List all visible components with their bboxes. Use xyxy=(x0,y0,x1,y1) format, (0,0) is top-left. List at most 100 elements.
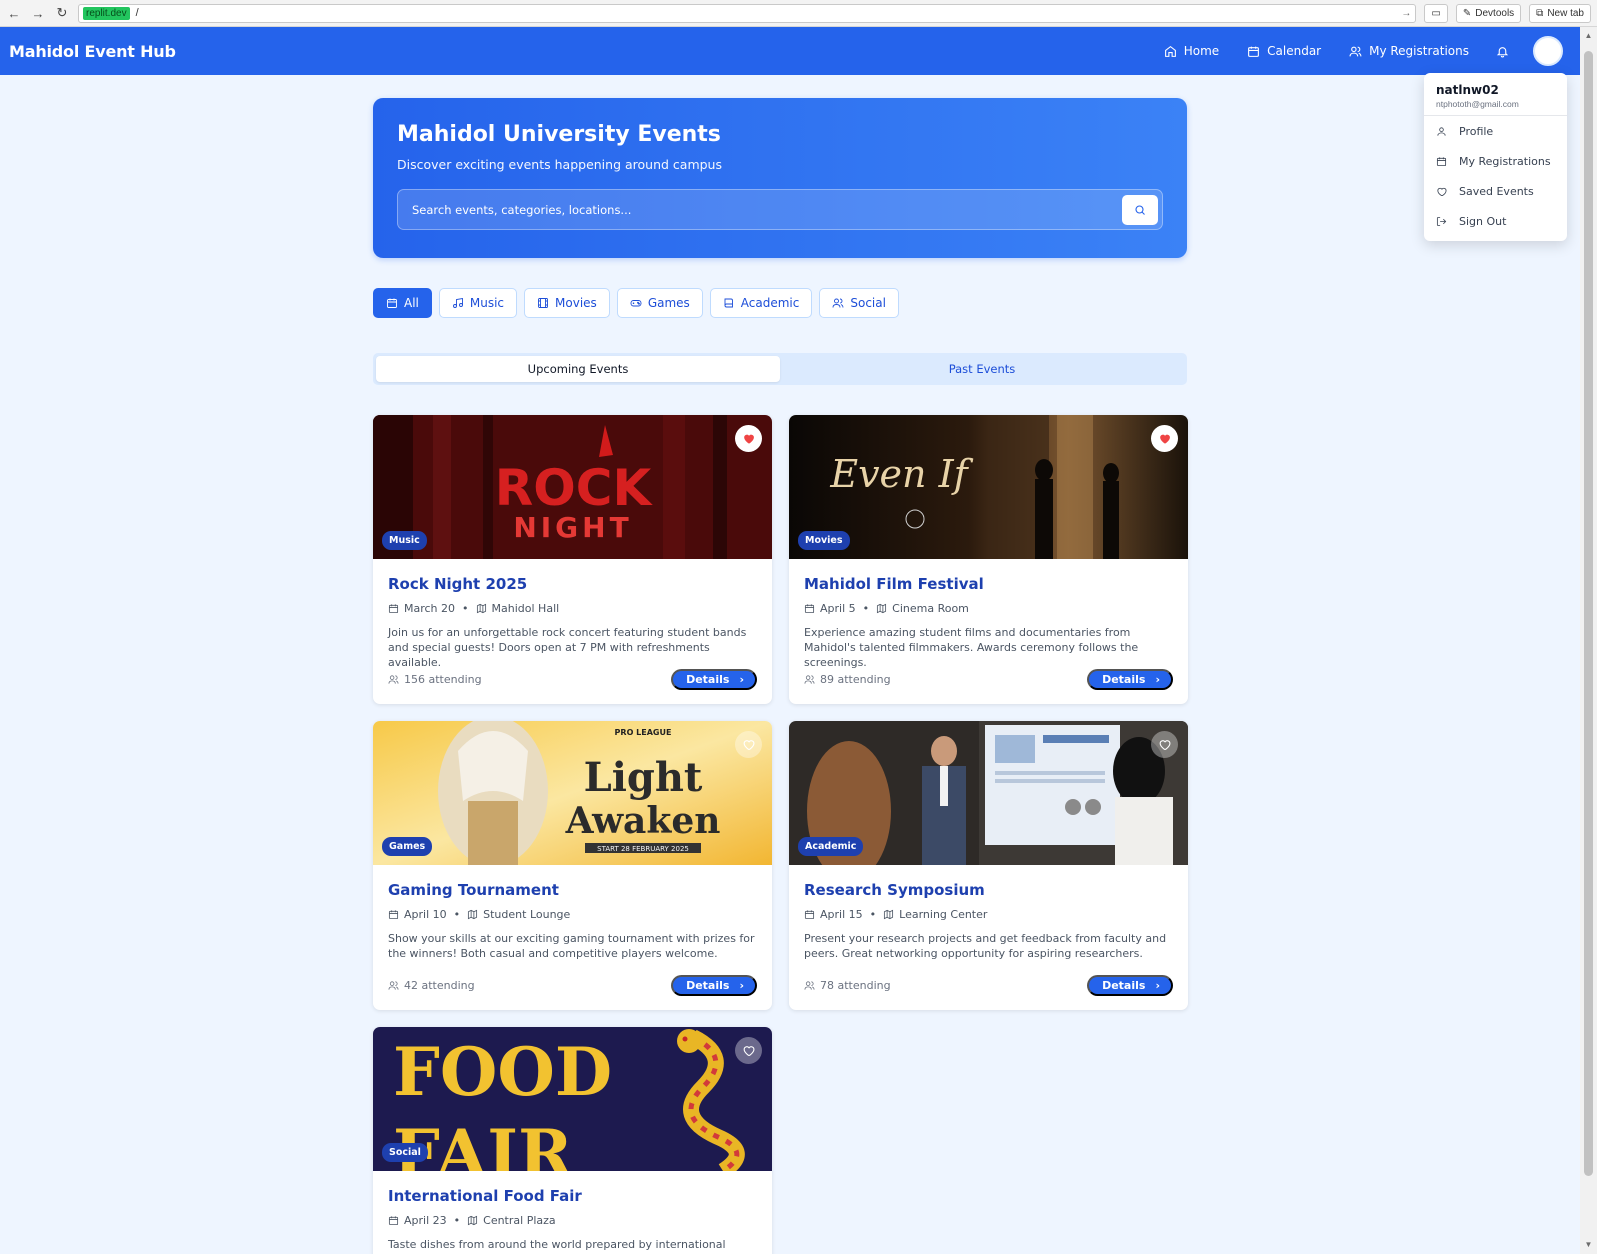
map-icon xyxy=(468,1215,478,1226)
calendar-icon xyxy=(388,910,399,920)
category-games[interactable]: Games xyxy=(616,288,703,318)
scroll-down-icon[interactable]: ▼ xyxy=(1583,1240,1594,1250)
details-label: Details xyxy=(1102,673,1146,686)
heart-outline-icon xyxy=(743,1046,755,1056)
category-academic[interactable]: Academic xyxy=(709,288,813,318)
save-event-button[interactable] xyxy=(735,731,762,758)
chevron-right-icon: › xyxy=(1155,673,1160,686)
details-label: Details xyxy=(686,979,730,992)
new-tab-button[interactable]: ⧉ New tab xyxy=(1529,3,1591,23)
card-body: International Food Fair April 23 • Centr… xyxy=(373,1171,772,1254)
tab-upcoming-events[interactable]: Upcoming Events xyxy=(376,356,780,382)
search-button[interactable] xyxy=(1122,194,1158,225)
save-event-button[interactable] xyxy=(735,425,762,452)
card-body: Research Symposium April 15 • Learning C… xyxy=(789,865,1188,961)
event-meta: April 15 • Learning Center xyxy=(804,908,1173,921)
menu-item-label: Sign Out xyxy=(1459,214,1507,228)
card-footer: 78 attending Details › xyxy=(804,975,1173,996)
category-all[interactable]: All xyxy=(373,288,432,318)
event-title[interactable]: Mahidol Film Festival xyxy=(804,575,1173,593)
save-event-button[interactable] xyxy=(735,1037,762,1064)
event-title[interactable]: International Food Fair xyxy=(388,1187,757,1205)
save-event-button[interactable] xyxy=(1151,425,1178,452)
event-card[interactable]: FOOD FAIR Social International Food Fair… xyxy=(373,1027,772,1254)
address-bar[interactable]: replit.dev / → xyxy=(78,3,1417,23)
forward-icon[interactable]: → xyxy=(30,5,46,21)
avatar[interactable] xyxy=(1533,36,1563,66)
brand-title[interactable]: Mahidol Event Hub xyxy=(9,42,176,61)
attendance-count: 156 attending xyxy=(404,673,482,686)
menu-item-sign-out[interactable]: Sign Out xyxy=(1424,206,1567,236)
calendar-icon xyxy=(804,604,815,614)
page-scrollbar[interactable]: ▲ ▼ xyxy=(1580,27,1597,1254)
event-date: March 20 xyxy=(404,602,456,615)
event-title[interactable]: Gaming Tournament xyxy=(388,881,757,899)
event-card[interactable]: PRO LEAGUE Light Awaken START 28 FEBRUAR… xyxy=(373,721,772,1010)
back-icon[interactable]: ← xyxy=(6,5,22,21)
details-label: Details xyxy=(1102,979,1146,992)
calendar-icon xyxy=(1248,46,1260,57)
event-title[interactable]: Rock Night 2025 xyxy=(388,575,757,593)
heart-icon xyxy=(1160,434,1170,444)
event-card[interactable]: Even If Movies Mahidol Film Festival Apr… xyxy=(789,415,1188,704)
food-fair-poster: FOOD FAIR xyxy=(373,1027,772,1171)
menu-item-profile[interactable]: Profile xyxy=(1424,116,1567,146)
calendar-icon xyxy=(1436,156,1447,166)
poster-text: START 28 FEBRUARY 2025 xyxy=(597,845,689,853)
event-date: April 10 xyxy=(404,908,447,921)
event-location: Central Plaza xyxy=(483,1214,556,1227)
event-location: Student Lounge xyxy=(483,908,571,921)
event-card[interactable]: ROCK NIGHT Music Rock Night 2025 March 2… xyxy=(373,415,772,704)
attendance: 78 attending xyxy=(804,979,891,992)
poster-text: Light xyxy=(584,754,703,801)
category-movies[interactable]: Movies xyxy=(524,288,610,318)
event-card[interactable]: Academic Research Symposium April 15 • L… xyxy=(789,721,1188,1010)
attendance-count: 89 attending xyxy=(820,673,891,686)
scroll-thumb[interactable] xyxy=(1584,51,1593,1176)
nav-calendar[interactable]: Calendar xyxy=(1237,38,1331,64)
details-button[interactable]: Details › xyxy=(1087,669,1173,690)
event-title[interactable]: Research Symposium xyxy=(804,881,1173,899)
screen-icon[interactable]: ▭ xyxy=(1424,3,1448,23)
category-badge: Movies xyxy=(798,531,850,550)
poster-text: FOOD xyxy=(393,1033,612,1111)
nav-my-registrations[interactable]: My Registrations xyxy=(1339,38,1479,64)
film-icon xyxy=(538,298,548,308)
tab-past-events[interactable]: Past Events xyxy=(780,356,1184,382)
reload-icon[interactable]: ↻ xyxy=(54,5,70,21)
menu-item-saved-events[interactable]: Saved Events xyxy=(1424,176,1567,206)
heart-icon xyxy=(744,434,754,444)
nav-home[interactable]: Home xyxy=(1154,38,1229,64)
scroll-up-icon[interactable]: ▲ xyxy=(1583,31,1594,41)
category-social[interactable]: Social xyxy=(819,288,899,318)
users-icon xyxy=(804,675,815,684)
nav-home-label: Home xyxy=(1183,44,1220,58)
gamepad-icon xyxy=(630,300,642,307)
music-icon xyxy=(452,297,463,308)
hero-title: Mahidol University Events xyxy=(397,122,721,147)
separator-dot: • xyxy=(869,908,877,921)
search-input[interactable] xyxy=(412,202,1122,217)
details-button[interactable]: Details › xyxy=(671,975,757,996)
heart-outline-icon xyxy=(743,740,755,750)
category-label: Music xyxy=(469,296,505,310)
menu-item-my-registrations[interactable]: My Registrations xyxy=(1424,146,1567,176)
go-icon[interactable]: → xyxy=(1401,8,1411,19)
event-image: ROCK NIGHT Music xyxy=(373,415,772,559)
category-music[interactable]: Music xyxy=(438,288,518,318)
details-button[interactable]: Details › xyxy=(671,669,757,690)
card-body: Rock Night 2025 March 20 • Mahidol Hall … xyxy=(373,559,772,669)
event-description: Taste dishes from around the world prepa… xyxy=(388,1238,726,1254)
details-button[interactable]: Details › xyxy=(1087,975,1173,996)
attendance-count: 78 attending xyxy=(820,979,891,992)
save-event-button[interactable] xyxy=(1151,731,1178,758)
poster-text: ROCK xyxy=(495,459,654,517)
notifications-button[interactable] xyxy=(1487,45,1517,58)
devtools-label: Devtools xyxy=(1475,7,1515,19)
separator-dot: • xyxy=(453,908,461,921)
calendar-icon xyxy=(804,910,815,920)
devtools-button[interactable]: ✎ Devtools xyxy=(1455,3,1522,23)
user-menu: natlnw02 ntphototh@gmail.com Profile My … xyxy=(1424,73,1567,241)
bell-icon xyxy=(1496,46,1508,57)
event-date: April 5 xyxy=(820,602,856,615)
